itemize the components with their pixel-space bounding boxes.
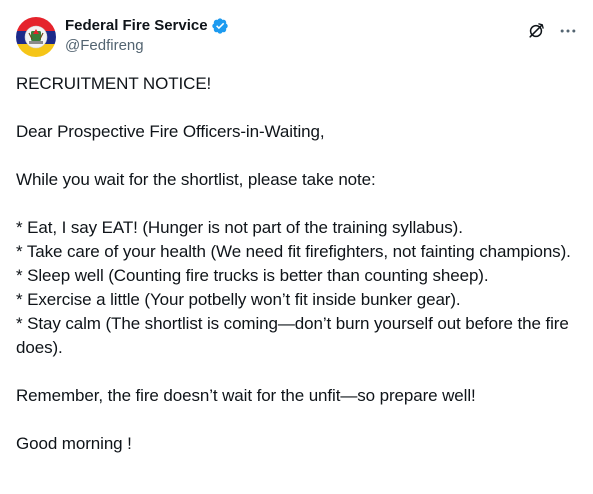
post-intro: While you wait for the shortlist, please… <box>16 170 376 189</box>
tips-list: * Eat, I say EAT! (Hunger is not part of… <box>16 216 581 360</box>
list-item: * Take care of your health (We need fit … <box>16 242 571 261</box>
name-row: Federal Fire Service <box>65 16 229 36</box>
list-item: * Sleep well (Counting fire trucks is be… <box>16 266 489 285</box>
post-header: Federal Fire Service @Fedfireng <box>16 15 229 59</box>
author-handle[interactable]: @Fedfireng <box>65 36 229 56</box>
grok-button[interactable] <box>523 18 549 44</box>
post-closing: Remember, the fire doesn’t wait for the … <box>16 386 476 405</box>
post-title: RECRUITMENT NOTICE! <box>16 74 212 93</box>
verified-badge-icon[interactable] <box>211 17 229 35</box>
avatar[interactable] <box>16 17 56 57</box>
more-horizontal-icon <box>560 29 576 33</box>
fire-service-logo-icon <box>16 17 56 57</box>
post: Federal Fire Service @Fedfireng RECRUITM… <box>0 0 593 494</box>
post-actions <box>523 18 581 44</box>
post-signoff: Good morning ! <box>16 434 132 453</box>
display-name[interactable]: Federal Fire Service <box>65 16 208 36</box>
grok-icon <box>529 23 544 38</box>
list-item: * Eat, I say EAT! (Hunger is not part of… <box>16 218 463 237</box>
more-button[interactable] <box>555 18 581 44</box>
post-text: RECRUITMENT NOTICE! Dear Prospective Fir… <box>16 72 581 456</box>
list-item: * Stay calm (The shortlist is coming—don… <box>16 314 569 357</box>
post-greeting: Dear Prospective Fire Officers-in-Waitin… <box>16 122 325 141</box>
author-names: Federal Fire Service @Fedfireng <box>65 16 229 56</box>
list-item: * Exercise a little (Your potbelly won’t… <box>16 290 461 309</box>
